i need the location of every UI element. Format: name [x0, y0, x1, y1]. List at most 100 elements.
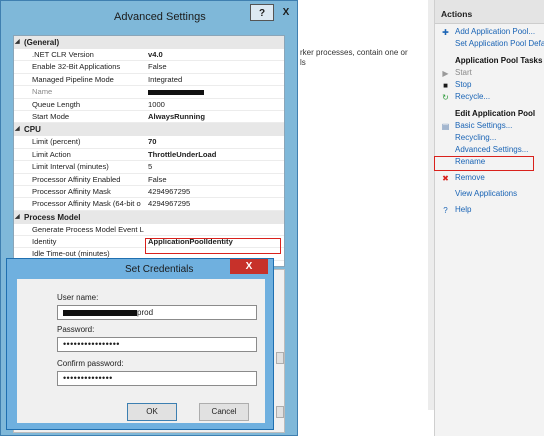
- redacted-value: [148, 89, 204, 95]
- actions-header: Actions: [435, 0, 544, 24]
- property-row[interactable]: Limit Interval (minutes) 5: [14, 161, 284, 174]
- property-value[interactable]: [144, 86, 284, 97]
- close-button[interactable]: X: [276, 4, 296, 21]
- category-general[interactable]: (General): [14, 36, 284, 49]
- settings-icon: ▤: [441, 122, 450, 131]
- main-description-text: rker processes, contain one or: [300, 48, 408, 57]
- property-value[interactable]: False: [144, 174, 284, 185]
- property-name: Processor Affinity Mask: [32, 186, 111, 196]
- confirm-password-label: Confirm password:: [57, 359, 124, 368]
- property-value[interactable]: 70: [144, 136, 284, 147]
- action-recycling[interactable]: Recycling...: [435, 132, 544, 144]
- action-view-applications[interactable]: View Applications: [435, 188, 544, 200]
- action-label: Help: [455, 205, 472, 214]
- help-icon: ?: [443, 206, 448, 215]
- set-button-edge[interactable]: [276, 352, 284, 364]
- advanced-settings-titlebar[interactable]: Advanced Settings ? X: [1, 1, 297, 35]
- username-suffix: prod: [137, 308, 154, 317]
- credentials-title: Set Credentials: [125, 264, 194, 275]
- recycle-icon: ↻: [442, 93, 449, 102]
- property-row[interactable]: Name: [14, 86, 284, 99]
- action-remove[interactable]: ✖ Remove: [435, 172, 544, 184]
- action-label: Add Application Pool...: [455, 27, 536, 36]
- action-start[interactable]: ▶ Start: [435, 67, 544, 79]
- category-cpu[interactable]: CPU: [14, 123, 284, 137]
- property-name: Limit Action: [32, 149, 71, 159]
- property-row[interactable]: Start Mode AlwaysRunning: [14, 111, 284, 124]
- action-label: Set Application Pool Defaults...: [455, 39, 544, 48]
- property-value[interactable]: 1000: [144, 99, 284, 110]
- action-label: Start: [455, 68, 472, 77]
- property-name: Enable 32-Bit Applications: [32, 62, 121, 72]
- stop-icon: ■: [443, 81, 448, 90]
- property-row[interactable]: Limit (percent) 70: [14, 136, 284, 149]
- add-icon: ✚: [442, 28, 449, 37]
- property-name: .NET CLR Version: [32, 50, 94, 59]
- action-basic-settings[interactable]: ▤ Basic Settings...: [435, 120, 544, 132]
- property-name: Start Mode: [32, 111, 70, 121]
- property-name: Name: [32, 87, 53, 97]
- help-button[interactable]: ?: [250, 4, 274, 21]
- actions-section-application-pool-tasks: Application Pool Tasks: [435, 54, 544, 67]
- property-name: Generate Process Model Event L: [32, 224, 144, 234]
- property-value[interactable]: 4294967295: [144, 198, 284, 209]
- property-row[interactable]: Limit Action ThrottleUnderLoad: [14, 149, 284, 162]
- remove-icon: ✖: [442, 174, 449, 183]
- actions-section-edit-application-pool: Edit Application Pool: [435, 107, 544, 120]
- identity-highlight: [145, 238, 281, 254]
- main-description-text-2: ls: [300, 58, 306, 67]
- cancel-button[interactable]: Cancel: [199, 403, 249, 421]
- credentials-body: User name: prod Password: ••••••••••••••…: [17, 279, 265, 423]
- action-label: Application Pool Tasks: [455, 56, 543, 65]
- property-value[interactable]: ThrottleUnderLoad: [144, 149, 284, 160]
- category-process-model[interactable]: Process Model: [14, 210, 284, 224]
- start-icon: ▶: [442, 69, 449, 78]
- property-grid: (General).NET CLR Versionv4.0Enable 32-B…: [13, 35, 285, 267]
- set-credentials-dialog: Set Credentials X User name: prod Passwo…: [6, 258, 274, 430]
- action-label: Recycling...: [455, 133, 497, 142]
- property-value[interactable]: AlwaysRunning: [144, 111, 284, 122]
- property-name: Limit (percent): [32, 137, 81, 147]
- action-label: Recycle...: [455, 92, 491, 101]
- property-value[interactable]: v4.0: [144, 49, 284, 60]
- property-value[interactable]: [144, 224, 284, 235]
- action-label: Remove: [455, 173, 485, 182]
- action-stop[interactable]: ■ Stop: [435, 79, 544, 91]
- actions-list: ✚ Add Application Pool... Set Application …: [435, 24, 544, 216]
- username-field[interactable]: prod: [57, 305, 257, 320]
- action-label: Advanced Settings...: [455, 145, 529, 154]
- property-name: Queue Length: [32, 99, 81, 109]
- property-value[interactable]: Integrated: [144, 74, 284, 85]
- password-field[interactable]: ••••••••••••••••: [57, 337, 257, 352]
- action-add-application-pool[interactable]: ✚ Add Application Pool...: [435, 26, 544, 38]
- property-name: Managed Pipeline Mode: [32, 74, 114, 84]
- password-label: Password:: [57, 325, 95, 334]
- property-name: Identity: [32, 237, 57, 247]
- property-name: Processor Affinity Mask (64-bit o: [32, 199, 141, 209]
- username-label: User name:: [57, 293, 99, 302]
- credentials-close-button[interactable]: X: [230, 259, 268, 274]
- action-label: Stop: [455, 80, 472, 89]
- ok-button[interactable]: OK: [127, 403, 177, 421]
- property-value[interactable]: 5: [144, 161, 284, 172]
- action-label: View Applications: [455, 189, 518, 198]
- action-help[interactable]: ? Help: [435, 204, 544, 216]
- property-value[interactable]: 4294967295: [144, 186, 284, 197]
- property-row[interactable]: Generate Process Model Event L: [14, 224, 284, 237]
- property-row[interactable]: Processor Affinity Mask 4294967295: [14, 186, 284, 199]
- property-row[interactable]: Enable 32-Bit Applications False: [14, 61, 284, 74]
- property-value[interactable]: False: [144, 61, 284, 72]
- property-row[interactable]: Queue Length 1000: [14, 99, 284, 111]
- property-row[interactable]: .NET CLR Version v4.0: [14, 49, 284, 62]
- property-row[interactable]: Processor Affinity Mask (64-bit o 4294967…: [14, 198, 284, 211]
- confirm-password-field[interactable]: ••••••••••••••: [57, 371, 257, 386]
- action-set-application-pool-defaults[interactable]: Set Application Pool Defaults...: [435, 38, 544, 50]
- property-name: Limit Interval (minutes): [32, 162, 109, 172]
- advanced-settings-highlight: [434, 156, 534, 171]
- property-row[interactable]: Managed Pipeline Mode Integrated: [14, 74, 284, 87]
- ok-button-edge[interactable]: [276, 406, 284, 418]
- action-recycle[interactable]: ↻ Recycle...: [435, 91, 544, 103]
- property-row[interactable]: Processor Affinity Enabled False: [14, 174, 284, 186]
- action-advanced-settings[interactable]: Advanced Settings...: [435, 144, 544, 156]
- actions-pane: Actions ✚ Add Application Pool... Set Appl…: [434, 0, 544, 436]
